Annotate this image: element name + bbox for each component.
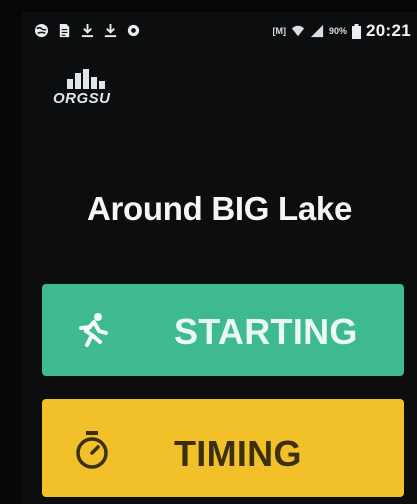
battery-percent: 90% bbox=[329, 26, 348, 36]
document-icon bbox=[59, 23, 70, 38]
mobile-data-label: M bbox=[275, 26, 284, 36]
status-bar: [M] 90% 20:21 bbox=[22, 12, 417, 52]
app-logo: ORGSU bbox=[53, 67, 113, 117]
settings-icon bbox=[127, 24, 140, 37]
timing-button-label: TIMING bbox=[174, 433, 302, 474]
wifi-icon bbox=[291, 25, 305, 37]
logo-bars-icon bbox=[67, 69, 105, 89]
system-status: [M] 90% 20:21 bbox=[273, 21, 412, 41]
logo-text: ORGSU bbox=[53, 90, 111, 107]
download-icon bbox=[104, 23, 117, 38]
starting-button-label: STARTING bbox=[174, 311, 358, 352]
starting-button[interactable]: STARTING bbox=[42, 284, 404, 376]
phone-frame: [M] 90% 20:21 ORGSU Around BIG Lake STAR… bbox=[0, 0, 417, 504]
download-icon bbox=[81, 23, 94, 38]
stopwatch-icon bbox=[76, 431, 108, 469]
app-screen: [M] 90% 20:21 ORGSU Around BIG Lake STAR… bbox=[22, 12, 417, 504]
battery-icon bbox=[352, 23, 362, 39]
runner-icon bbox=[79, 313, 108, 347]
notification-icons bbox=[34, 23, 141, 38]
signal-icon bbox=[310, 24, 324, 38]
globe-icon bbox=[34, 23, 49, 38]
status-time: 20:21 bbox=[366, 21, 411, 40]
timing-button[interactable]: TIMING bbox=[42, 399, 404, 497]
event-title: Around BIG Lake bbox=[86, 190, 353, 227]
mobile-data-icon: [M] bbox=[272, 26, 287, 36]
